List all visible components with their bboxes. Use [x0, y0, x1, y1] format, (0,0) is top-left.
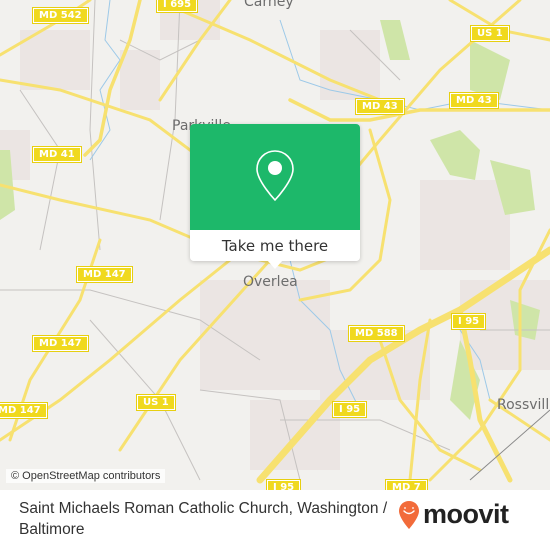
road-shield: I 95 [450, 313, 487, 330]
road-shield: MD 41 [32, 146, 82, 163]
moovit-wordmark: moovit [423, 499, 509, 529]
road-shield: MD 542 [32, 7, 89, 24]
road-shield: US 1 [136, 394, 176, 411]
road-shield: I 95 [331, 401, 368, 418]
road-shield: MD 147 [0, 402, 48, 419]
footer: Saint Michaels Roman Catholic Church, Wa… [0, 490, 550, 550]
road-shield: MD 43 [355, 98, 405, 115]
road-shield: US 1 [470, 25, 510, 42]
map-attribution[interactable]: © OpenStreetMap contributors [6, 469, 166, 483]
road-shield: I 695 [155, 0, 199, 13]
road-shield: MD 588 [348, 325, 405, 342]
place-label-rossville: Rossville [497, 397, 550, 413]
moovit-pin-icon [399, 500, 419, 529]
place-label-carney: Carney [244, 0, 294, 10]
popup-header [190, 124, 360, 230]
road-shield: MD 7 [385, 479, 428, 490]
moovit-logo[interactable]: moovit [398, 499, 509, 530]
road-shield: MD 147 [76, 266, 133, 283]
map-pin-icon [256, 150, 294, 202]
road-shield: MD 147 [32, 335, 89, 352]
take-me-there-button[interactable]: Take me there [190, 230, 360, 261]
map-view[interactable]: Carney Parkville Overlea Rossville MD 54… [0, 0, 550, 490]
place-title: Saint Michaels Roman Catholic Church, Wa… [19, 500, 388, 538]
road-shield: I 95 [265, 479, 302, 490]
popup-pointer [267, 260, 283, 269]
road-shield: MD 43 [449, 92, 499, 109]
place-label-overlea: Overlea [243, 274, 298, 290]
location-popup: Take me there [190, 124, 360, 269]
